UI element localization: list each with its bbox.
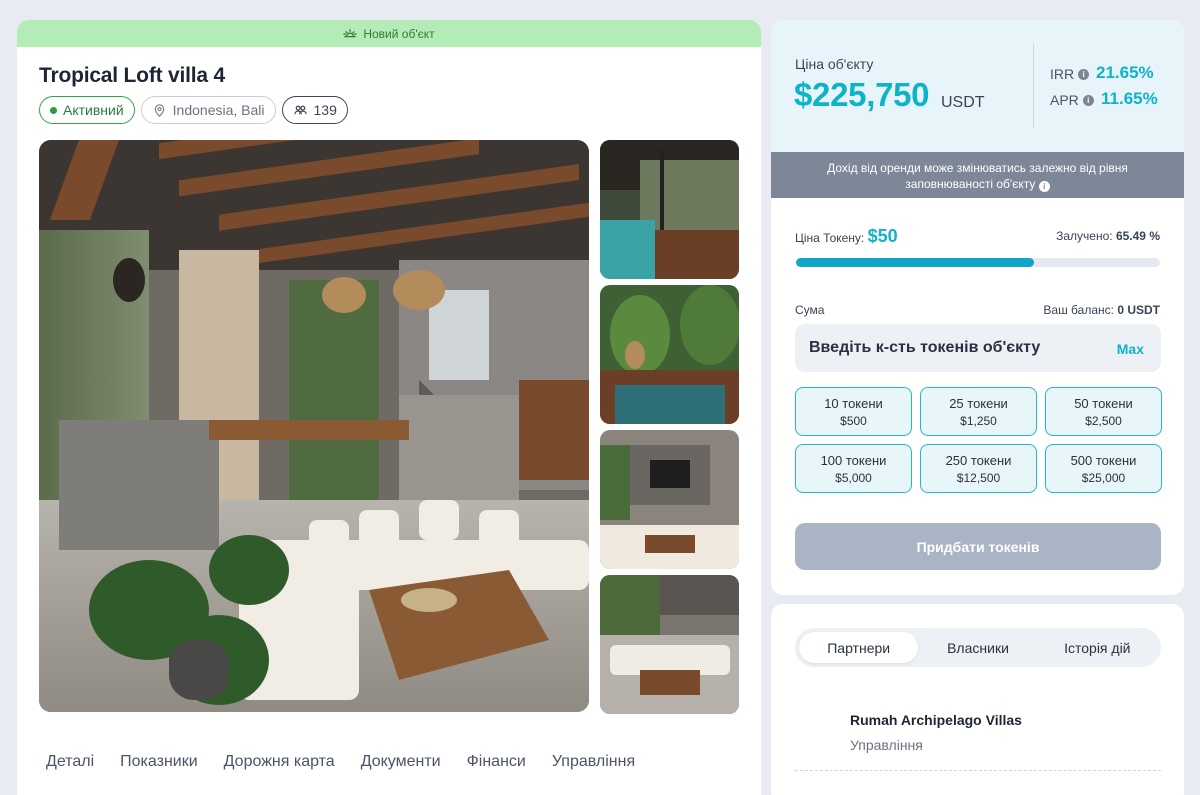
partners-card: Партнери Власники Історія дій Rumah Arch…	[771, 604, 1184, 795]
notice-line-2: заповнюваності об'єкту	[905, 177, 1036, 191]
users-icon	[293, 105, 307, 114]
partner-name: Rumah Archipelago Villas	[850, 712, 1022, 728]
tab-metrics[interactable]: Показники	[120, 753, 198, 771]
pack-tokens: 500 токени	[1070, 452, 1137, 468]
notice-line-2-group: заповнюваності об'єкту i	[771, 176, 1184, 192]
partners-tabs: Партнери Власники Історія дій	[795, 628, 1161, 667]
pack-tokens: 100 токени	[820, 452, 887, 468]
token-pack-25[interactable]: 25 токени $1,250	[920, 387, 1037, 436]
irr-label: IRR	[1050, 66, 1075, 82]
pack-price: $25,000	[1081, 470, 1126, 485]
raised-info: Залучено: 65.49 %	[1056, 229, 1160, 243]
token-pack-100[interactable]: 100 токени $5,000	[795, 444, 912, 493]
apr-label-group: APR i	[1050, 92, 1094, 108]
lounge-photo	[600, 575, 739, 714]
info-icon[interactable]: i	[1038, 181, 1050, 192]
pack-price: $5,000	[835, 470, 872, 485]
price-box: Ціна об'єкту $225,750 USDT IRR i 21.65% …	[771, 20, 1184, 152]
token-price-value: $50	[867, 226, 898, 246]
living-room-photo	[600, 430, 739, 569]
token-packs: 10 токени $500 25 токени $1,250 50 токен…	[795, 387, 1162, 493]
villa-interior-photo	[39, 140, 589, 712]
funding-progress-fill	[796, 258, 1035, 267]
tab-details[interactable]: Деталі	[46, 753, 94, 771]
raised-label: Залучено:	[1056, 229, 1113, 243]
token-pack-500[interactable]: 500 токени $25,000	[1045, 444, 1162, 493]
info-icon[interactable]: i	[1082, 94, 1094, 106]
divider	[1033, 44, 1034, 128]
apr-value: 11.65%	[1101, 89, 1158, 108]
token-pack-250[interactable]: 250 токени $12,500	[920, 444, 1037, 493]
balance-label: Ваш баланс:	[1043, 303, 1114, 317]
balance-value: 0 USDT	[1117, 303, 1160, 317]
pack-price: $500	[840, 413, 867, 428]
sum-label: Сума	[795, 303, 825, 317]
partner-role: Управління	[850, 737, 923, 753]
thumbnail-2[interactable]	[600, 285, 739, 424]
rental-income-notice: Дохід від оренди може змінюватись залежн…	[771, 152, 1184, 198]
property-card: Новий об'єкт Tropical Loft villa 4 Актив…	[17, 20, 761, 795]
balance-info: Ваш баланс: 0 USDT	[1043, 303, 1160, 317]
token-price: Ціна Токену: $50	[795, 226, 898, 247]
pool-terrace-photo	[600, 140, 739, 279]
tab-activity-history[interactable]: Історія дій	[1038, 632, 1157, 663]
new-object-banner: Новий об'єкт	[17, 20, 761, 47]
token-input-placeholder: Введіть к-сть токенів об'єкту	[809, 339, 1041, 356]
main-photo[interactable]	[39, 140, 589, 712]
location-badge: Indonesia, Bali	[140, 96, 276, 124]
token-amount-input[interactable]: Введіть к-сть токенів об'єкту	[795, 324, 1161, 372]
funding-progress-bar	[796, 258, 1160, 267]
pack-price: $1,250	[960, 413, 997, 428]
max-button[interactable]: Max	[1117, 341, 1144, 357]
tab-partners[interactable]: Партнери	[799, 632, 919, 663]
tab-management[interactable]: Управління	[552, 753, 635, 771]
pack-tokens: 250 токени	[945, 452, 1012, 468]
pack-price: $2,500	[1085, 413, 1122, 428]
thumbnail-3[interactable]	[600, 430, 739, 569]
divider	[795, 770, 1161, 771]
banner-label: Новий об'єкт	[363, 26, 435, 41]
thumbnail-1[interactable]	[600, 140, 739, 279]
apr-label: APR	[1050, 92, 1079, 108]
price-unit: USDT	[941, 94, 985, 111]
details-tabs: Деталі Показники Дорожня карта Документи…	[46, 753, 635, 771]
investment-card: Ціна об'єкту $225,750 USDT IRR i 21.65% …	[771, 20, 1184, 595]
info-icon[interactable]: i	[1078, 68, 1090, 80]
token-pack-10[interactable]: 10 токени $500	[795, 387, 912, 436]
pack-tokens: 50 токени	[1074, 395, 1133, 411]
status-label: Активний	[63, 102, 124, 118]
irr-value: 21.65%	[1096, 63, 1154, 82]
status-dot-icon	[50, 106, 57, 114]
investors-badge: 139	[281, 96, 348, 124]
raised-value: 65.49 %	[1115, 229, 1160, 243]
plunge-pool-photo	[600, 285, 739, 424]
pack-tokens: 25 токени	[949, 395, 1008, 411]
property-chips: Активний Indonesia, Bali 139	[39, 96, 348, 124]
buy-tokens-button[interactable]: Придбати токенів	[795, 523, 1161, 570]
notice-line-1: Дохід від оренди може змінюватись залежн…	[827, 161, 1128, 175]
irr-label-group: IRR i	[1050, 66, 1090, 82]
price-value: $225,750	[794, 76, 930, 113]
pack-price: $12,500	[956, 470, 1001, 485]
status-badge: Активний	[39, 96, 135, 124]
investors-count: 139	[313, 102, 337, 118]
sunrise-icon	[343, 28, 358, 37]
price-label: Ціна об'єкту	[795, 56, 874, 72]
tab-roadmap[interactable]: Дорожня карта	[224, 753, 335, 771]
token-price-label: Ціна Токену:	[795, 231, 865, 245]
property-title: Tropical Loft villa 4	[39, 64, 226, 87]
token-pack-50[interactable]: 50 токени $2,500	[1045, 387, 1162, 436]
tab-owners[interactable]: Власники	[918, 632, 1037, 663]
tab-documents[interactable]: Документи	[361, 753, 441, 771]
thumbnail-4[interactable]	[600, 575, 739, 714]
tab-finance[interactable]: Фінанси	[467, 753, 526, 771]
location-pin-icon	[154, 103, 165, 117]
location-label: Indonesia, Bali	[172, 102, 265, 118]
pack-tokens: 10 токени	[824, 395, 883, 411]
